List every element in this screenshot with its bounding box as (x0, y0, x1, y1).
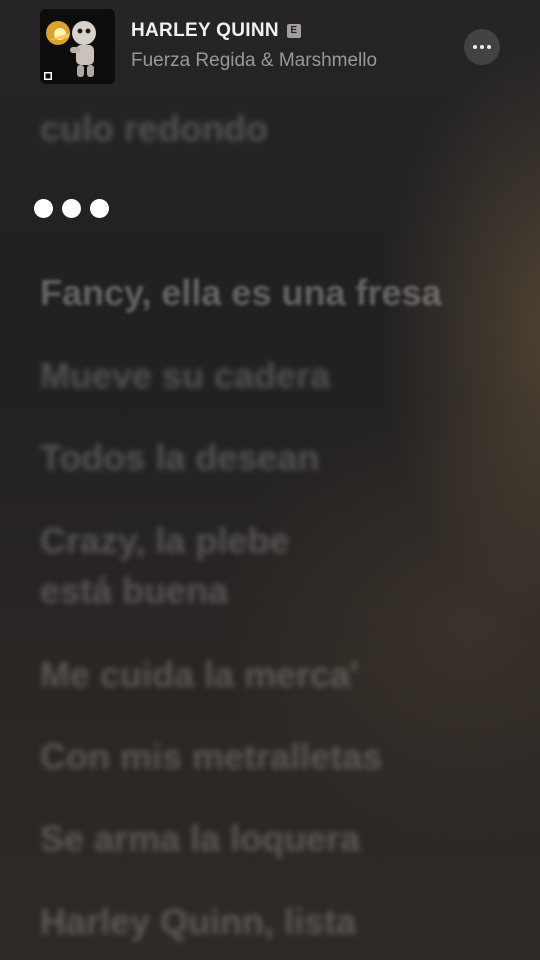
lyric-line[interactable]: está buena (40, 566, 228, 615)
ellipsis-icon-dot (487, 45, 491, 49)
lyric-line[interactable]: Todos la desean (40, 433, 319, 482)
ellipsis-icon-dot (480, 45, 484, 49)
lyric-line[interactable]: Crazy, la plebe (40, 516, 289, 565)
instrumental-beat-indicator (34, 199, 109, 218)
lyric-line[interactable]: Con mis metralletas (40, 732, 382, 781)
song-title-row: HARLEY QUINN E (131, 20, 301, 42)
lyric-line[interactable]: Harley Quinn, lista (40, 897, 356, 946)
now-playing-header: HARLEY QUINN E Fuerza Regida & Marshmell… (0, 0, 540, 96)
lyric-line[interactable]: Me cuida la merca' (40, 650, 359, 699)
lyric-line[interactable]: Se arma la loquera (40, 814, 360, 863)
more-options-button[interactable] (464, 29, 500, 65)
album-artwork[interactable] (40, 9, 115, 84)
song-artist[interactable]: Fuerza Regida & Marshmello (131, 50, 377, 72)
lyric-line[interactable]: Mueve su cadera (40, 351, 330, 400)
beat-dot (90, 199, 109, 218)
beat-dot (62, 199, 81, 218)
ellipsis-icon (473, 45, 477, 49)
lyric-line[interactable]: Fancy, ella es una fresa (40, 268, 442, 317)
lyric-line-previous[interactable]: culo redondo (40, 104, 268, 153)
song-title[interactable]: HARLEY QUINN (131, 20, 279, 42)
explicit-badge: E (286, 24, 301, 38)
album-artwork-image (40, 9, 115, 84)
beat-dot (34, 199, 53, 218)
